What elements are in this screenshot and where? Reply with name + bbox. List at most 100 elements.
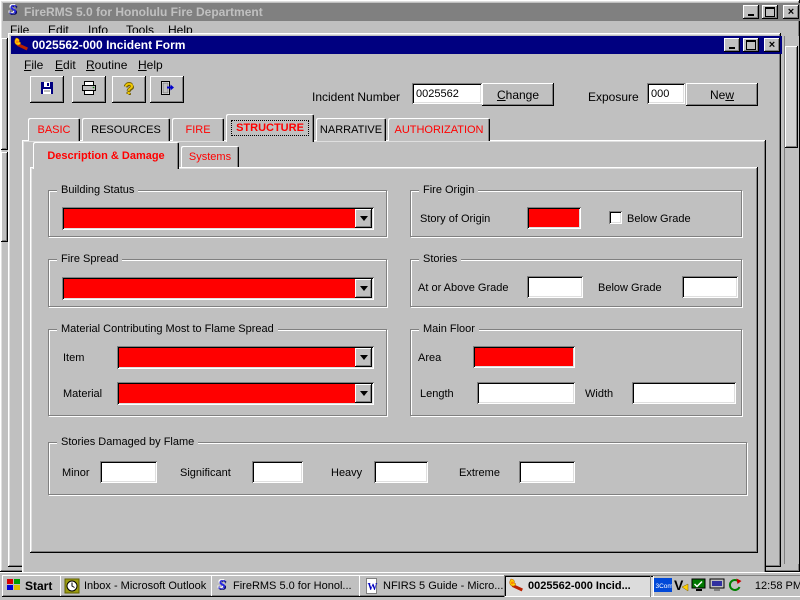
dialog-minimize-button[interactable] bbox=[724, 38, 740, 52]
windows-flag-icon bbox=[6, 578, 21, 594]
virus-scan-icon[interactable]: V bbox=[674, 577, 689, 595]
significant-field[interactable] bbox=[252, 461, 303, 483]
chevron-down-icon[interactable] bbox=[355, 279, 372, 298]
svg-text:V: V bbox=[674, 578, 684, 592]
minor-field[interactable] bbox=[100, 461, 157, 483]
item-combobox[interactable] bbox=[117, 346, 374, 369]
item-label: Item bbox=[63, 352, 85, 364]
width-field[interactable] bbox=[632, 382, 736, 404]
dialog-close-button[interactable]: × bbox=[764, 38, 780, 52]
significant-label: Significant bbox=[180, 467, 231, 479]
below-grade-checkbox-label: Below Grade bbox=[627, 213, 691, 225]
change-button[interactable]: Change bbox=[482, 83, 554, 106]
heavy-label: Heavy bbox=[331, 467, 363, 479]
group-title: Material Contributing Most to Flame Spre… bbox=[57, 323, 278, 335]
incident-number-label: Incident Number bbox=[312, 90, 401, 104]
tab-structure[interactable]: STRUCTURE bbox=[226, 114, 314, 142]
save-icon bbox=[39, 80, 55, 99]
tab-basic[interactable]: BASIC bbox=[28, 118, 80, 141]
help-button[interactable]: ? bbox=[112, 76, 146, 103]
svg-text:3Com: 3Com bbox=[656, 583, 673, 590]
exposure-label: Exposure bbox=[588, 90, 639, 104]
outlook-icon bbox=[64, 578, 80, 594]
heavy-field[interactable] bbox=[374, 461, 428, 483]
chevron-down-icon[interactable] bbox=[355, 348, 372, 367]
material-label: Material bbox=[63, 388, 103, 400]
subtab-description-damage[interactable]: Description & Damage bbox=[33, 142, 179, 169]
incident-number-field[interactable] bbox=[412, 83, 482, 104]
tab-authorization[interactable]: AUTHORIZATION bbox=[388, 118, 490, 141]
display-icon[interactable] bbox=[709, 578, 725, 595]
dialog-menu-routine[interactable]: Routine bbox=[82, 57, 131, 73]
dialog-title: 0025562-000 Incident Form bbox=[32, 38, 186, 52]
extreme-label: Extreme bbox=[459, 467, 500, 479]
length-label: Length bbox=[420, 388, 454, 400]
main-maximize-button[interactable] bbox=[762, 5, 778, 19]
start-button[interactable]: Start bbox=[2, 575, 64, 597]
group-title: Stories Damaged by Flame bbox=[57, 436, 199, 448]
main-minimize-button[interactable] bbox=[743, 5, 759, 19]
taskbar-task-incident[interactable]: 0025562-000 Incid... bbox=[504, 575, 654, 597]
help-icon: ? bbox=[124, 80, 134, 98]
background-toolbar-fragment bbox=[1, 38, 8, 150]
background-panel-fragment bbox=[1, 152, 8, 242]
3com-icon[interactable]: 3Com bbox=[654, 577, 673, 595]
taskbar: Start Inbox - Microsoft Outlook S FireRM… bbox=[0, 572, 800, 600]
area-field[interactable] bbox=[473, 346, 575, 368]
extreme-field[interactable] bbox=[519, 461, 575, 483]
network-icon[interactable] bbox=[691, 578, 707, 595]
tab-narrative[interactable]: NARRATIVE bbox=[316, 118, 386, 141]
exposure-field[interactable] bbox=[647, 83, 685, 104]
flame-icon bbox=[508, 578, 524, 594]
width-label: Width bbox=[585, 388, 614, 400]
dialog-maximize-button[interactable] bbox=[743, 38, 759, 52]
at-or-above-grade-label: At or Above Grade bbox=[418, 282, 509, 294]
exit-icon bbox=[159, 80, 175, 99]
group-title: Fire Origin bbox=[419, 184, 479, 196]
main-close-button[interactable]: × bbox=[783, 5, 799, 19]
taskbar-clock: 12:58 PM bbox=[754, 580, 800, 592]
incident-form-dialog: 0025562-000 Incident Form × File Edit Ro… bbox=[8, 33, 782, 593]
firerms-app-icon: S bbox=[9, 3, 17, 18]
stories-below-grade-field[interactable] bbox=[682, 276, 738, 298]
dialog-menu-help[interactable]: Help bbox=[134, 57, 167, 73]
below-grade-checkbox[interactable] bbox=[609, 211, 622, 224]
refresh-icon[interactable] bbox=[727, 578, 742, 595]
taskbar-task-firerms[interactable]: S FireRMS 5.0 for Honol... bbox=[211, 575, 364, 597]
tab-fire[interactable]: FIRE bbox=[172, 118, 224, 141]
flame-icon bbox=[13, 37, 29, 53]
save-button[interactable] bbox=[30, 76, 64, 103]
chevron-down-icon[interactable] bbox=[355, 384, 372, 403]
story-of-origin-label: Story of Origin bbox=[420, 213, 491, 225]
subtab-systems[interactable]: Systems bbox=[181, 146, 239, 167]
new-button[interactable]: New bbox=[686, 83, 758, 106]
dialog-menu-edit[interactable]: Edit bbox=[51, 57, 80, 73]
background-scrollbar-thumb[interactable] bbox=[785, 46, 798, 148]
fire-spread-combobox[interactable] bbox=[62, 277, 374, 300]
group-title: Main Floor bbox=[419, 323, 479, 335]
group-title: Fire Spread bbox=[57, 253, 123, 265]
tab-resources[interactable]: RESOURCES bbox=[82, 118, 170, 141]
main-window-title: FireRMS 5.0 for Honolulu Fire Department bbox=[24, 5, 263, 19]
svg-text:W: W bbox=[368, 582, 378, 593]
at-or-above-grade-field[interactable] bbox=[527, 276, 583, 298]
story-of-origin-field[interactable] bbox=[527, 207, 581, 229]
group-title: Building Status bbox=[57, 184, 139, 196]
print-button[interactable] bbox=[72, 76, 106, 103]
taskbar-task-nfirs[interactable]: W NFIRS 5 Guide - Micro... bbox=[359, 575, 509, 597]
firerms-icon: S bbox=[218, 578, 226, 593]
dialog-menu-file[interactable]: File bbox=[20, 57, 47, 73]
group-title: Stories bbox=[419, 253, 462, 265]
length-field[interactable] bbox=[477, 382, 575, 404]
area-label: Area bbox=[418, 352, 442, 364]
stories-below-grade-label: Below Grade bbox=[598, 282, 662, 294]
material-combobox[interactable] bbox=[117, 382, 374, 405]
system-tray: 3Com V 12:58 PM bbox=[650, 575, 800, 597]
print-icon bbox=[81, 80, 97, 99]
screen: S FireRMS 5.0 for Honolulu Fire Departme… bbox=[0, 0, 800, 600]
chevron-down-icon[interactable] bbox=[355, 209, 372, 228]
exit-button[interactable] bbox=[150, 76, 184, 103]
taskbar-task-inbox[interactable]: Inbox - Microsoft Outlook bbox=[60, 575, 216, 597]
building-status-combobox[interactable] bbox=[62, 207, 374, 230]
word-icon: W bbox=[363, 578, 379, 594]
